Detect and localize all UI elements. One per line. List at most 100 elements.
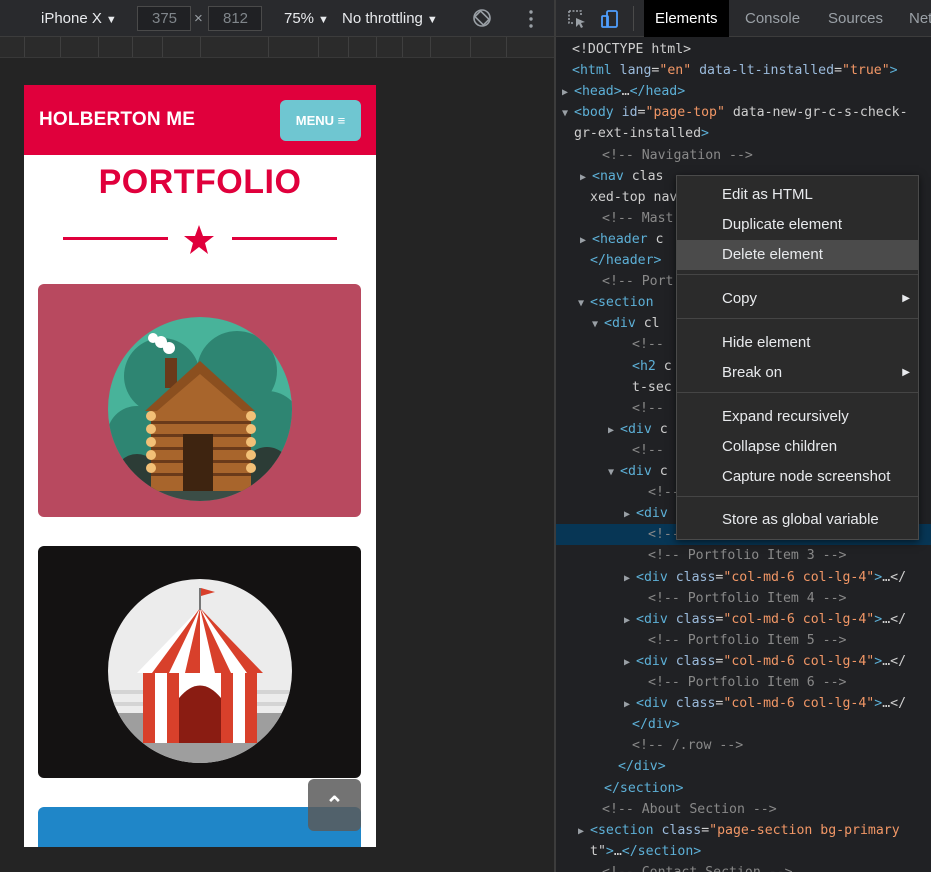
dom-node-text: </section> bbox=[604, 780, 684, 796]
more-options-icon[interactable] bbox=[528, 9, 534, 29]
emulated-page[interactable]: HOLBERTON ME MENU ≡ PORTFOLIO ⌃ bbox=[24, 85, 376, 847]
menu-separator bbox=[677, 318, 918, 319]
menu-item-delete-element[interactable]: Delete element bbox=[677, 240, 918, 270]
collapsed-triangle-icon[interactable]: ▶ bbox=[624, 652, 636, 673]
portfolio-item-circus[interactable] bbox=[38, 546, 361, 778]
tab-console[interactable]: Console bbox=[734, 0, 811, 37]
throttling-select-label: No throttling bbox=[342, 10, 423, 27]
star-icon bbox=[184, 225, 214, 254]
menu-item-duplicate-element[interactable]: Duplicate element bbox=[677, 210, 918, 240]
zoom-select-label: 75% bbox=[284, 10, 315, 27]
dom-node-text: <h2 c bbox=[632, 358, 672, 374]
collapsed-triangle-icon[interactable]: ▶ bbox=[624, 504, 636, 525]
dom-node-line[interactable]: <html lang="en" data-lt-installed="true"… bbox=[556, 60, 931, 81]
expanded-triangle-icon[interactable]: ▼ bbox=[592, 314, 604, 335]
dom-node-line[interactable]: </section> bbox=[556, 778, 931, 799]
dom-node-text: <section class="page-section bg-primary bbox=[590, 822, 900, 838]
device-select-label: iPhone X bbox=[41, 10, 102, 27]
dom-node-line[interactable]: <!-- Portfolio Item 5 --> bbox=[556, 630, 931, 651]
dom-node-line[interactable]: ▶ <section class="page-section bg-primary bbox=[556, 820, 931, 841]
collapsed-triangle-icon[interactable]: ▶ bbox=[608, 420, 620, 441]
dom-node-text: <!-- Mast bbox=[602, 210, 674, 226]
dom-node-text: <!-- Portfolio Item 3 --> bbox=[648, 548, 847, 564]
collapsed-triangle-icon[interactable]: ▶ bbox=[578, 821, 590, 842]
dom-node-text: <!-- About Section --> bbox=[602, 801, 777, 817]
menu-button[interactable]: MENU ≡ bbox=[280, 100, 361, 141]
dom-node-text: <!-- bbox=[648, 485, 680, 501]
dom-node-line[interactable]: ▶ <div class="col-md-6 col-lg-4">…</ bbox=[556, 651, 931, 672]
device-toolbar-toggle-icon[interactable] bbox=[600, 9, 620, 29]
dom-node-line[interactable]: <!-- Portfolio Item 4 --> bbox=[556, 588, 931, 609]
dom-node-line[interactable]: <!-- Navigation --> bbox=[556, 145, 931, 166]
dom-node-line[interactable]: </div> bbox=[556, 756, 931, 777]
hamburger-icon: ≡ bbox=[337, 113, 346, 128]
collapsed-triangle-icon[interactable]: ▶ bbox=[562, 82, 574, 103]
dom-node-line[interactable]: ▶ <div class="col-md-6 col-lg-4">…</ bbox=[556, 693, 931, 714]
device-select[interactable]: iPhone X ▼ bbox=[41, 9, 117, 29]
menu-separator bbox=[677, 392, 918, 393]
menu-item-store-as-global-variable[interactable]: Store as global variable bbox=[677, 505, 918, 535]
menu-item-hide-element[interactable]: Hide element bbox=[677, 328, 918, 358]
collapsed-triangle-icon[interactable]: ▶ bbox=[624, 610, 636, 631]
collapsed-triangle-icon[interactable]: ▶ bbox=[580, 167, 592, 188]
rotate-icon[interactable] bbox=[472, 8, 492, 28]
dom-node-line[interactable]: <!-- About Section --> bbox=[556, 799, 931, 820]
dom-node-line[interactable]: <!-- Contact Section --> bbox=[556, 862, 931, 872]
menu-item-break-on-label: Break on bbox=[722, 364, 783, 381]
menu-separator bbox=[677, 496, 918, 497]
collapsed-triangle-icon[interactable]: ▶ bbox=[580, 230, 592, 251]
devtools-tabbar: Elements Console Sources Net bbox=[556, 0, 931, 37]
menu-item-edit-as-html[interactable]: Edit as HTML bbox=[677, 180, 918, 210]
dom-node-text: <div c bbox=[620, 464, 668, 479]
tab-sources[interactable]: Sources bbox=[817, 0, 894, 37]
dom-node-line[interactable]: <!DOCTYPE html> bbox=[556, 39, 931, 60]
tab-network[interactable]: Net bbox=[898, 0, 931, 37]
expanded-triangle-icon[interactable]: ▼ bbox=[562, 103, 574, 124]
dom-node-line[interactable]: <!-- Portfolio Item 6 --> bbox=[556, 672, 931, 693]
dom-node-line[interactable]: </div> bbox=[556, 714, 931, 735]
expanded-triangle-icon[interactable]: ▼ bbox=[578, 293, 590, 314]
dom-node-text: <!-- Portfolio Item 4 --> bbox=[648, 590, 847, 606]
dom-node-text: <head>…</head> bbox=[574, 84, 686, 100]
dom-node-text: xed-top nav bbox=[590, 189, 678, 205]
scroll-to-top-button[interactable]: ⌃ bbox=[308, 779, 361, 831]
dom-node-line[interactable]: ▶ <div class="col-md-6 col-lg-4">…</ bbox=[556, 609, 931, 630]
dom-node-text: <nav clas bbox=[592, 168, 664, 184]
dom-node-text: <!-- Contact Section --> bbox=[602, 865, 793, 872]
circus-tent-illustration bbox=[108, 579, 292, 763]
height-input[interactable]: 812 bbox=[208, 6, 262, 31]
dom-node-line[interactable]: gr-ext-installed> bbox=[556, 123, 931, 144]
dom-node-text: </div> bbox=[618, 759, 666, 775]
collapsed-triangle-icon[interactable]: ▶ bbox=[624, 694, 636, 715]
dom-node-text: <!DOCTYPE html> bbox=[572, 42, 692, 57]
divider-line-right bbox=[232, 237, 337, 240]
divider-line-left bbox=[63, 237, 168, 240]
media-query-ruler bbox=[0, 37, 554, 58]
dom-node-text: <div cl bbox=[604, 316, 660, 332]
expanded-triangle-icon[interactable]: ▼ bbox=[608, 462, 620, 483]
dom-node-line[interactable]: <!-- /.row --> bbox=[556, 735, 931, 756]
brand-link[interactable]: HOLBERTON ME bbox=[39, 109, 195, 131]
dom-node-line[interactable]: <!-- Portfolio Item 3 --> bbox=[556, 545, 931, 566]
menu-item-copy[interactable]: Copy ▶ bbox=[677, 284, 918, 314]
dom-node-line[interactable]: ▶ <div class="col-md-6 col-lg-4">…</ bbox=[556, 567, 931, 588]
times-symbol: × bbox=[194, 10, 203, 27]
inspect-element-icon[interactable] bbox=[567, 9, 587, 29]
width-input[interactable]: 375 bbox=[137, 6, 191, 31]
collapsed-triangle-icon[interactable]: ▶ bbox=[624, 568, 636, 589]
site-navbar: HOLBERTON ME MENU ≡ bbox=[24, 85, 376, 155]
tab-elements[interactable]: Elements bbox=[644, 0, 729, 37]
throttling-select[interactable]: No throttling ▼ bbox=[342, 9, 438, 29]
menu-item-collapse-children[interactable]: Collapse children bbox=[677, 432, 918, 462]
menu-item-break-on[interactable]: Break on ▶ bbox=[677, 358, 918, 388]
dom-node-text: <div c bbox=[620, 421, 668, 437]
dom-node-line[interactable]: t">…</section> bbox=[556, 841, 931, 862]
dom-node-line[interactable]: ▶ <head>…</head> bbox=[556, 81, 931, 102]
zoom-select[interactable]: 75% ▼ bbox=[284, 9, 329, 29]
menu-item-capture-node-screenshot[interactable]: Capture node screenshot bbox=[677, 462, 918, 492]
dom-node-text: <!-- bbox=[632, 400, 664, 416]
menu-item-expand-recursively[interactable]: Expand recursively bbox=[677, 402, 918, 432]
dom-node-line[interactable]: ▼ <body id="page-top" data-new-gr-c-s-che… bbox=[556, 102, 931, 123]
portfolio-item-cabin[interactable] bbox=[38, 284, 361, 517]
third-illustration bbox=[107, 832, 293, 847]
